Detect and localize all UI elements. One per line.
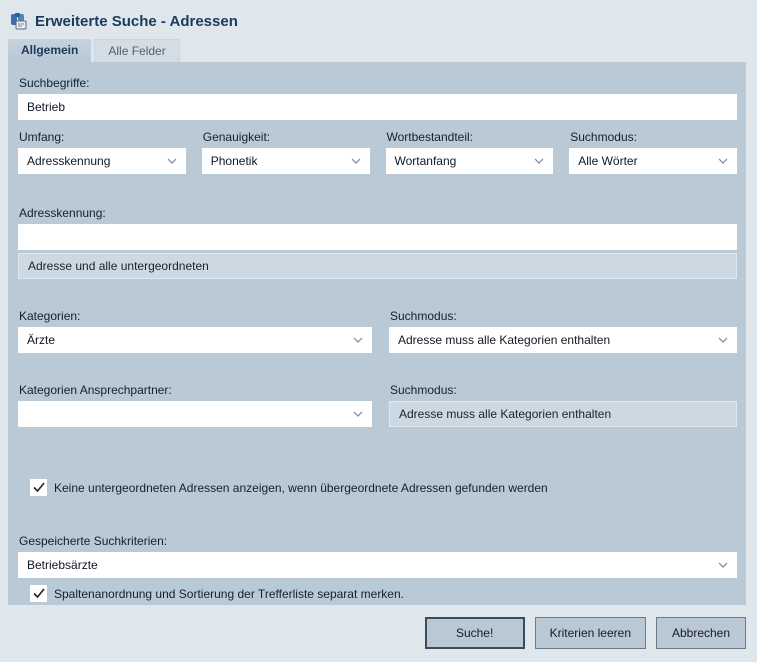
- tab-allgemein[interactable]: Allgemein: [8, 39, 91, 62]
- genauigkeit-select[interactable]: Phonetik: [202, 148, 370, 174]
- wortbestandteil-value: Wortanfang: [395, 154, 457, 168]
- kategorien-ansprechpartner-select[interactable]: [18, 401, 372, 427]
- chevron-down-icon: [353, 411, 363, 417]
- suche-button[interactable]: Suche!: [425, 617, 525, 649]
- dialog-titlebar: Erweiterte Suche - Adressen: [0, 0, 757, 34]
- kategorien-field: Kategorien: Ärzte: [18, 309, 372, 353]
- gespeicherte-suchkriterien-label: Gespeicherte Suchkriterien:: [19, 534, 737, 549]
- check-icon: [33, 588, 45, 599]
- check-icon: [33, 482, 45, 493]
- gespeicherte-suchkriterien-select[interactable]: Betriebsärzte: [18, 552, 737, 578]
- genauigkeit-value: Phonetik: [211, 154, 258, 168]
- kategorien-ansprechpartner-field: Kategorien Ansprechpartner:: [18, 383, 372, 427]
- suchbegriffe-input[interactable]: [18, 94, 737, 120]
- kategorien-row: Kategorien: Ärzte Suchmodus: Adresse mus…: [18, 309, 737, 353]
- suchmodus-select[interactable]: Alle Wörter: [569, 148, 737, 174]
- ansprechpartner-suchmodus-label: Suchmodus:: [390, 383, 737, 398]
- kategorien-suchmodus-select[interactable]: Adresse muss alle Kategorien enthalten: [389, 327, 737, 353]
- genauigkeit-field: Genauigkeit: Phonetik: [202, 130, 370, 174]
- ansprechpartner-suchmodus-display: Adresse muss alle Kategorien enthalten: [389, 401, 737, 427]
- advanced-search-dialog: Erweiterte Suche - Adressen Allgemein Al…: [0, 0, 757, 649]
- adresskennung-scope-display: Adresse und alle untergeordneten: [18, 253, 737, 279]
- untergeordnete-checkbox-row: Keine untergeordneten Adressen anzeigen,…: [30, 479, 737, 496]
- tab-strip: Allgemein Alle Felder: [8, 39, 757, 62]
- chevron-down-icon: [534, 158, 544, 164]
- chevron-down-icon: [718, 562, 728, 568]
- chevron-down-icon: [351, 158, 361, 164]
- kategorien-label: Kategorien:: [19, 309, 372, 324]
- adresskennung-scope-value: Adresse und alle untergeordneten: [28, 259, 209, 273]
- kategorien-select[interactable]: Ärzte: [18, 327, 372, 353]
- tab-alle-felder[interactable]: Alle Felder: [94, 39, 179, 62]
- spalten-checkbox-label: Spaltenanordnung und Sortierung der Tref…: [54, 587, 404, 601]
- kategorien-suchmodus-label: Suchmodus:: [390, 309, 737, 324]
- umfang-label: Umfang:: [19, 130, 186, 145]
- ansprechpartner-row: Kategorien Ansprechpartner: Suchmodus: A…: [18, 383, 737, 427]
- chevron-down-icon: [167, 158, 177, 164]
- kriterien-leeren-button[interactable]: Kriterien leeren: [535, 617, 646, 649]
- kategorien-suchmodus-value: Adresse muss alle Kategorien enthalten: [398, 333, 610, 347]
- gespeicherte-suchkriterien-field: Gespeicherte Suchkriterien: Betriebsärzt…: [18, 534, 737, 578]
- ansprechpartner-suchmodus-value: Adresse muss alle Kategorien enthalten: [399, 407, 611, 421]
- chevron-down-icon: [353, 337, 363, 343]
- dialog-title: Erweiterte Suche - Adressen: [35, 13, 238, 30]
- genauigkeit-label: Genauigkeit:: [203, 130, 370, 145]
- umfang-select[interactable]: Adresskennung: [18, 148, 186, 174]
- umfang-field: Umfang: Adresskennung: [18, 130, 186, 174]
- suchbegriffe-label: Suchbegriffe:: [19, 76, 737, 91]
- suchmodus-field: Suchmodus: Alle Wörter: [569, 130, 737, 174]
- adresskennung-label: Adresskennung:: [19, 206, 737, 221]
- suchmodus-label: Suchmodus:: [570, 130, 737, 145]
- gespeicherte-suchkriterien-value: Betriebsärzte: [27, 558, 98, 572]
- search-options-row: Umfang: Adresskennung Genauigkeit: Phone…: [18, 130, 737, 174]
- adresskennung-field: Adresskennung: Adresse und alle untergeo…: [18, 206, 737, 279]
- tab-panel-allgemein: Suchbegriffe: Umfang: Adresskennung Gena…: [8, 62, 746, 605]
- spalten-checkbox[interactable]: [30, 585, 47, 602]
- wortbestandteil-select[interactable]: Wortanfang: [386, 148, 554, 174]
- untergeordnete-checkbox-label: Keine untergeordneten Adressen anzeigen,…: [54, 481, 548, 495]
- kategorien-value: Ärzte: [27, 333, 55, 347]
- untergeordnete-checkbox[interactable]: [30, 479, 47, 496]
- wortbestandteil-field: Wortbestandteil: Wortanfang: [386, 130, 554, 174]
- suchbegriffe-field: Suchbegriffe:: [18, 76, 737, 120]
- suchmodus-value: Alle Wörter: [578, 154, 637, 168]
- search-addresses-icon: [10, 13, 27, 30]
- chevron-down-icon: [718, 158, 728, 164]
- dialog-footer: Suche! Kriterien leeren Abbrechen: [0, 617, 746, 649]
- kategorien-suchmodus-field: Suchmodus: Adresse muss alle Kategorien …: [389, 309, 737, 353]
- abbrechen-button[interactable]: Abbrechen: [656, 617, 746, 649]
- adresskennung-input[interactable]: [18, 224, 737, 250]
- wortbestandteil-label: Wortbestandteil:: [387, 130, 554, 145]
- umfang-value: Adresskennung: [27, 154, 110, 168]
- chevron-down-icon: [718, 337, 728, 343]
- spalten-checkbox-row: Spaltenanordnung und Sortierung der Tref…: [30, 585, 737, 602]
- ansprechpartner-suchmodus-field: Suchmodus: Adresse muss alle Kategorien …: [389, 383, 737, 427]
- kategorien-ansprechpartner-label: Kategorien Ansprechpartner:: [19, 383, 372, 398]
